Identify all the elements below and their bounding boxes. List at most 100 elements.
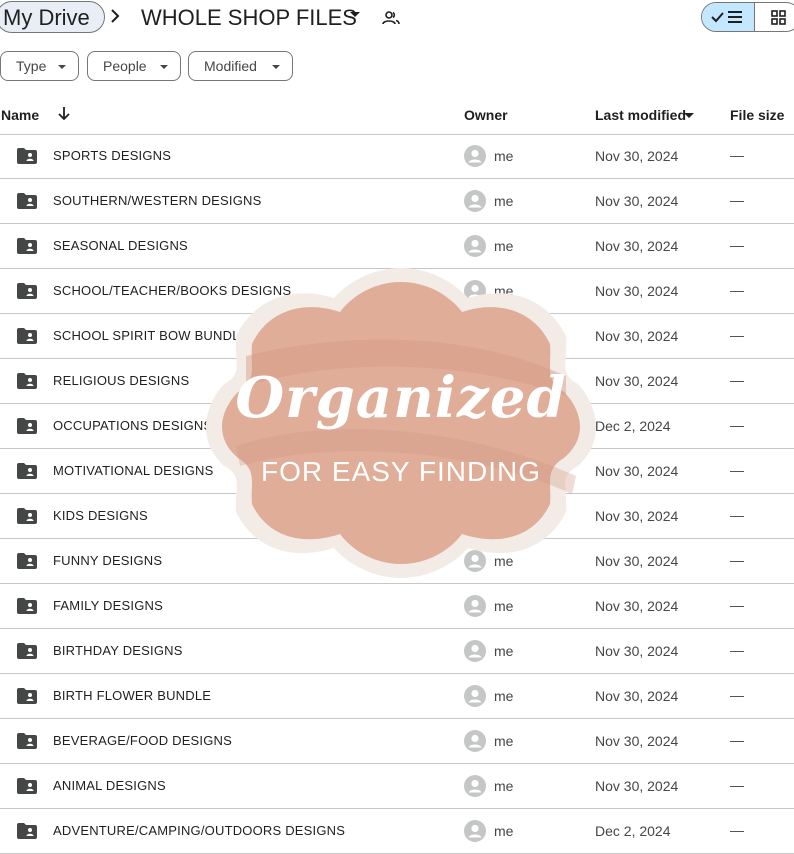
owner-name: me — [494, 598, 514, 614]
table-row[interactable]: BEVERAGE/FOOD DESIGNS me Nov 30, 2024 — — [0, 719, 794, 764]
column-header-row: Name Owner Last modified File size — [0, 96, 794, 135]
folder-name: MOTIVATIONAL DESIGNS — [53, 463, 214, 478]
folder-name: SOUTHERN/WESTERN DESIGNS — [53, 193, 262, 208]
table-row[interactable]: ANIMAL DESIGNS me Nov 30, 2024 — — [0, 764, 794, 809]
owner-name: me — [494, 733, 514, 749]
file-size: — — [730, 822, 744, 838]
file-size: — — [730, 417, 744, 433]
file-size: — — [730, 327, 744, 343]
file-size: — — [730, 372, 744, 388]
table-row[interactable]: SEASONAL DESIGNS me Nov 30, 2024 — — [0, 224, 794, 269]
table-row[interactable]: SPORTS DESIGNS me Nov 30, 2024 — — [0, 134, 794, 179]
column-header-owner[interactable]: Owner — [464, 107, 508, 123]
last-modified: Nov 30, 2024 — [595, 463, 679, 479]
last-modified: Nov 30, 2024 — [595, 508, 679, 524]
shared-folder-icon — [17, 508, 37, 524]
shared-folder-icon — [17, 688, 37, 704]
table-row[interactable]: BIRTH FLOWER BUNDLE me Nov 30, 2024 — — [0, 674, 794, 719]
folder-name: KIDS DESIGNS — [53, 508, 148, 523]
shared-folder-icon — [17, 418, 37, 434]
file-size: — — [730, 597, 744, 613]
list-view-button[interactable] — [702, 3, 755, 31]
file-size: — — [730, 777, 744, 793]
filter-modified-chip[interactable]: Modified — [188, 51, 293, 81]
file-size: — — [730, 552, 744, 568]
file-size: — — [730, 642, 744, 658]
owner-name: me — [494, 148, 514, 164]
filter-people-label: People — [103, 58, 147, 74]
grid-view-button[interactable] — [755, 3, 794, 31]
folder-name: SEASONAL DESIGNS — [53, 238, 188, 253]
file-size: — — [730, 687, 744, 703]
badge-title: Organized — [235, 365, 567, 431]
owner-name: me — [494, 643, 514, 659]
view-toggle — [701, 2, 794, 32]
default-avatar-icon — [464, 685, 486, 707]
shared-folder-icon — [17, 328, 37, 344]
table-row[interactable]: SOUTHERN/WESTERN DESIGNS me Nov 30, 2024 — — [0, 179, 794, 224]
folder-name: FAMILY DESIGNS — [53, 598, 163, 613]
filter-modified-label: Modified — [204, 58, 257, 74]
table-row[interactable]: BIRTHDAY DESIGNS me Nov 30, 2024 — — [0, 629, 794, 674]
column-header-file-size[interactable]: File size — [730, 107, 784, 123]
check-list-icon — [711, 11, 742, 23]
last-modified: Nov 30, 2024 — [595, 598, 679, 614]
table-row[interactable]: FAMILY DESIGNS me Nov 30, 2024 — — [0, 584, 794, 629]
file-size: — — [730, 147, 744, 163]
default-avatar-icon — [464, 775, 486, 797]
default-avatar-icon — [464, 730, 486, 752]
shared-folder-icon — [17, 283, 37, 299]
shared-folder-icon — [17, 238, 37, 254]
shared-folder-icon — [17, 733, 37, 749]
shared-folder-icon — [17, 553, 37, 569]
breadcrumb-my-drive[interactable]: My Drive — [0, 1, 105, 33]
folder-name: FUNNY DESIGNS — [53, 553, 163, 568]
breadcrumb-current-folder[interactable]: WHOLE SHOP FILES — [141, 4, 357, 32]
chevron-down-icon[interactable] — [684, 113, 694, 118]
last-modified: Nov 30, 2024 — [595, 733, 679, 749]
owner-name: me — [494, 238, 514, 254]
last-modified: Nov 30, 2024 — [595, 553, 679, 569]
folder-name: ANIMAL DESIGNS — [53, 778, 166, 793]
chevron-down-icon — [160, 65, 168, 69]
filter-type-chip[interactable]: Type — [0, 51, 79, 81]
badge-subtitle: FOR EASY FINDING — [261, 456, 541, 487]
filter-people-chip[interactable]: People — [87, 51, 181, 81]
shared-folder-icon — [17, 463, 37, 479]
column-header-name[interactable]: Name — [1, 107, 39, 123]
shared-folder-icon — [17, 148, 37, 164]
last-modified: Nov 30, 2024 — [595, 373, 679, 389]
filter-type-label: Type — [16, 58, 47, 74]
file-size: — — [730, 282, 744, 298]
folder-name: BIRTHDAY DESIGNS — [53, 643, 183, 658]
last-modified: Nov 30, 2024 — [595, 283, 679, 299]
file-size: — — [730, 237, 744, 253]
last-modified: Nov 30, 2024 — [595, 193, 679, 209]
owner-name: me — [494, 823, 514, 839]
chevron-down-icon — [58, 65, 66, 69]
arrow-down-icon[interactable] — [56, 104, 72, 122]
top-bar: My Drive WHOLE SHOP FILES — [0, 0, 794, 40]
folder-name: OCCUPATIONS DESIGNS — [53, 418, 213, 433]
default-avatar-icon — [464, 145, 486, 167]
folder-name: SPORTS DESIGNS — [53, 148, 172, 163]
table-row[interactable]: ADVENTURE/CAMPING/OUTDOORS DESIGNS me Dec … — [0, 809, 794, 854]
folder-menu-caret-icon[interactable] — [350, 12, 360, 17]
default-avatar-icon — [464, 820, 486, 842]
chevron-down-icon — [272, 65, 280, 69]
default-avatar-icon — [464, 190, 486, 212]
shared-folder-icon — [17, 778, 37, 794]
shared-folder-icon — [17, 373, 37, 389]
last-modified: Nov 30, 2024 — [595, 688, 679, 704]
last-modified: Dec 2, 2024 — [595, 418, 671, 434]
default-avatar-icon — [464, 235, 486, 257]
shared-folder-icon — [17, 193, 37, 209]
column-header-last-modified[interactable]: Last modified — [595, 107, 686, 123]
shared-folder-icon — [17, 643, 37, 659]
file-size: — — [730, 507, 744, 523]
last-modified: Nov 30, 2024 — [595, 778, 679, 794]
owner-name: me — [494, 688, 514, 704]
last-modified: Nov 30, 2024 — [595, 643, 679, 659]
default-avatar-icon — [464, 640, 486, 662]
people-icon[interactable] — [382, 9, 400, 27]
